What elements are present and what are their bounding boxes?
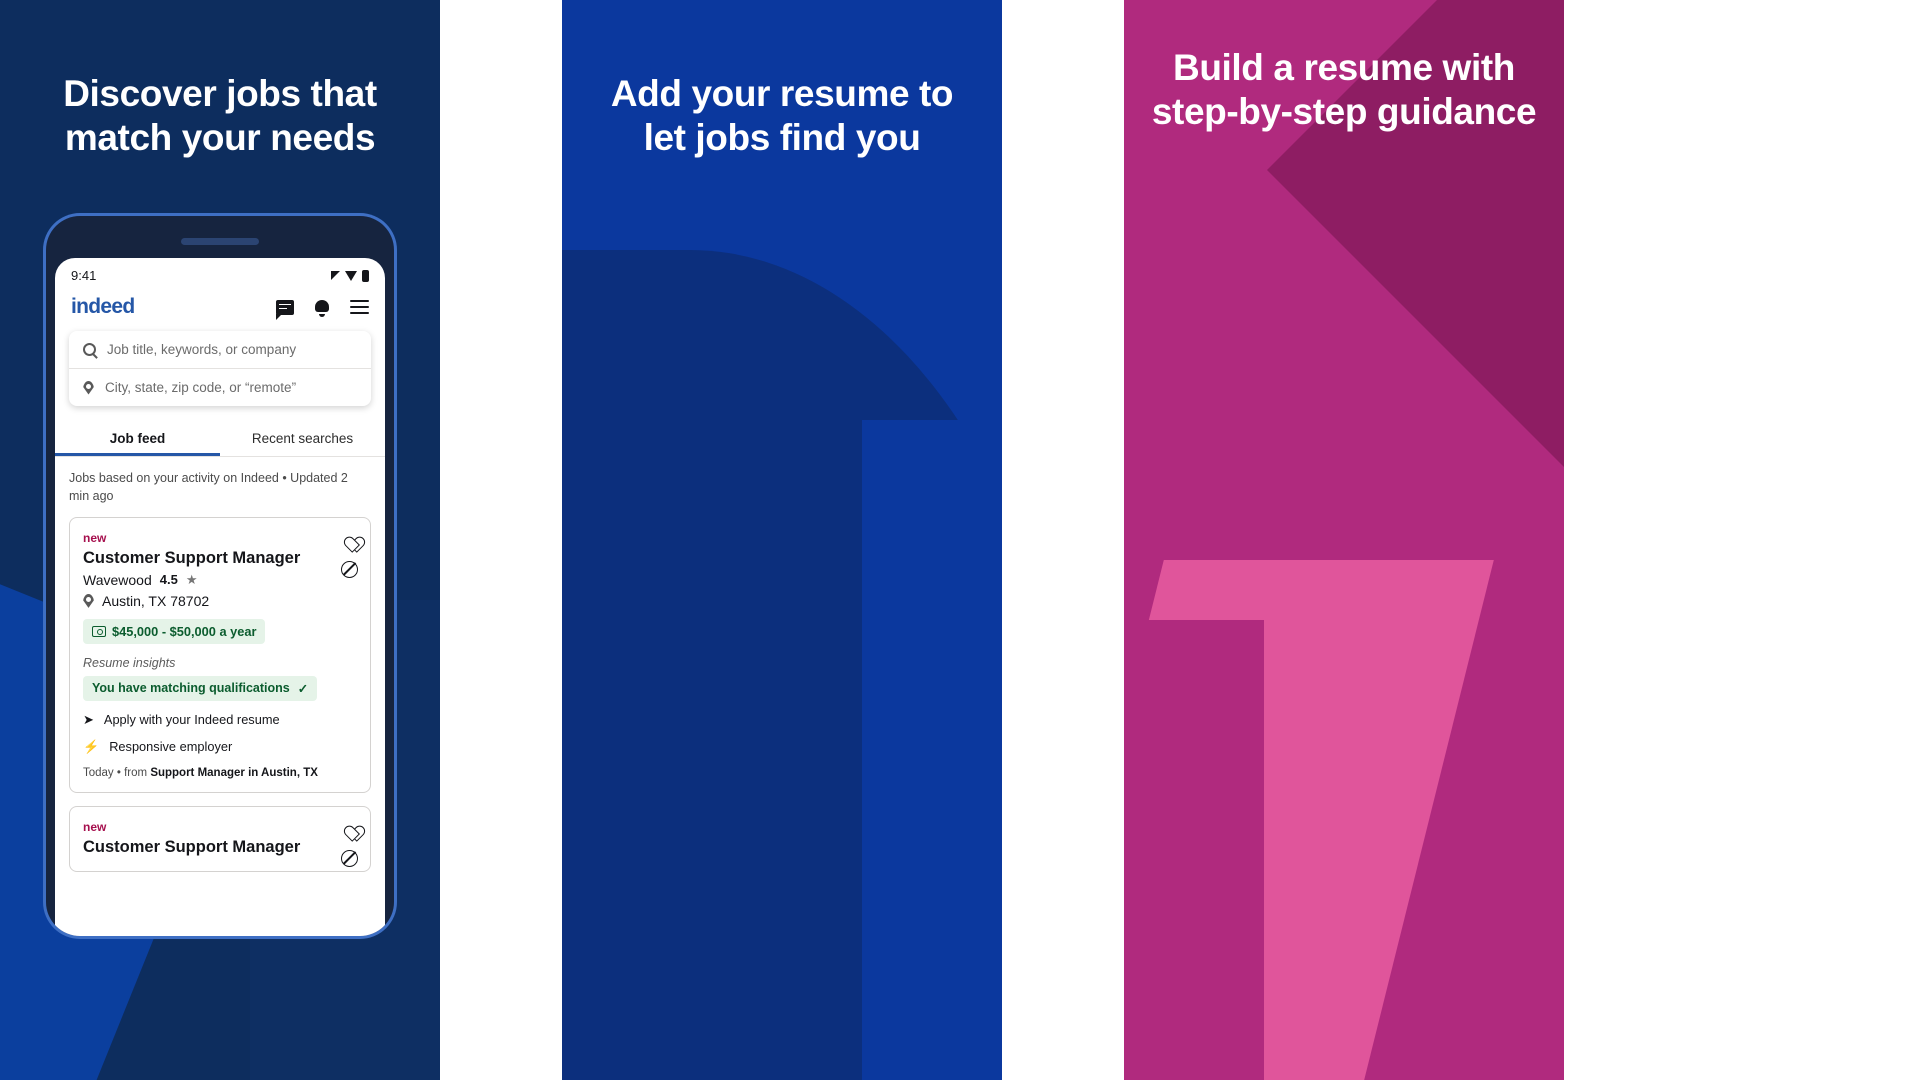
decorative-shape	[1124, 560, 1494, 1080]
location-pin-icon	[83, 594, 94, 608]
battery-icon	[362, 269, 369, 282]
job-title: Customer Support Manager	[83, 549, 301, 568]
job-footer-prefix: Today • from	[83, 766, 151, 779]
job-rating: 4.5	[159, 572, 178, 588]
panel-discover-jobs: Discover jobs that match your needs 9:41…	[0, 0, 440, 1080]
save-job-heart-icon[interactable]	[341, 819, 358, 834]
search-where-placeholder: City, state, zip code, or “remote”	[105, 380, 297, 395]
signal-icon	[331, 271, 340, 280]
decorative-shape	[1124, 620, 1264, 1080]
search-icon	[83, 343, 96, 356]
status-time: 9:41	[71, 268, 97, 283]
resume-insights-label: Resume insights	[83, 655, 176, 670]
location-pin-icon	[83, 381, 94, 395]
panel-gutter	[1564, 0, 1920, 1080]
app-bar-icons	[276, 299, 369, 320]
panel-gutter	[440, 0, 562, 1080]
status-bar: 9:41	[55, 258, 385, 287]
send-icon: ➤	[83, 711, 94, 727]
job-card-footer: Today • from Support Manager in Austin, …	[83, 767, 357, 779]
job-title: Customer Support Manager	[83, 837, 301, 856]
panel-1-headline: Discover jobs that match your needs	[63, 73, 377, 158]
status-icons	[331, 269, 369, 282]
job-card[interactable]: new Customer Support Manager	[69, 805, 371, 872]
hamburger-menu-icon[interactable]	[350, 300, 369, 314]
hide-job-icon[interactable]	[341, 561, 358, 579]
panel-build-resume: Build a resume with step-by-step guidanc…	[1124, 0, 1564, 1080]
panel-2-headline: Add your resume to let jobs find you	[610, 73, 954, 158]
job-card[interactable]: new Customer Support Manager Wavewood 4.…	[69, 517, 371, 793]
job-company-name: Wavewood	[83, 571, 152, 588]
chat-icon[interactable]	[276, 299, 294, 320]
salary-text: $45,000 - $50,000 a year	[112, 623, 257, 639]
hide-job-icon[interactable]	[341, 849, 358, 867]
indeed-logo[interactable]: indeed	[71, 295, 135, 319]
panel-gutter	[1002, 0, 1124, 1080]
job-bullet-responsive-text: Responsive employer	[109, 739, 233, 755]
job-card-actions	[341, 530, 358, 579]
panel-add-resume: Add your resume to let jobs find you 9:4…	[562, 0, 1002, 1080]
job-card-actions	[341, 819, 358, 867]
phone-mockup-1: 9:41 indeed Job title, keywords, or comp…	[46, 216, 394, 936]
panel-3-headline: Build a resume with step-by-step guidanc…	[1151, 47, 1537, 132]
app-bar: indeed	[55, 287, 385, 331]
job-location-row: Austin, TX 78702	[83, 593, 357, 609]
search-where-row[interactable]: City, state, zip code, or “remote”	[69, 368, 371, 406]
salary-badge: $45,000 - $50,000 a year	[83, 618, 266, 644]
wifi-icon	[345, 270, 357, 281]
new-badge: new	[83, 531, 107, 546]
search-what-row[interactable]: Job title, keywords, or company	[69, 331, 371, 368]
new-badge: new	[83, 819, 107, 834]
job-bullet-apply-text: Apply with your Indeed resume	[103, 712, 280, 728]
save-job-heart-icon[interactable]	[341, 530, 358, 545]
qualification-text: You have matching qualifications	[92, 681, 290, 696]
job-bullet-responsive: ⚡ Responsive employer	[83, 739, 357, 755]
qualification-badge: You have matching qualifications ✓	[83, 675, 318, 701]
decorative-shape	[562, 250, 1002, 1080]
lightning-bolt-icon: ⚡	[83, 738, 100, 754]
job-company-row: Wavewood 4.5 ★	[83, 572, 357, 588]
search-what-placeholder: Job title, keywords, or company	[107, 342, 297, 357]
phone-1-screen: 9:41 indeed Job title, keywords, or comp…	[55, 258, 385, 936]
bell-icon[interactable]	[314, 299, 330, 317]
decorative-shape	[862, 420, 1002, 1080]
feed-note: Jobs based on your activity on Indeed • …	[69, 471, 348, 504]
job-footer-source: Support Manager in Austin, TX	[150, 766, 318, 779]
check-icon: ✓	[297, 681, 309, 696]
screenshot-stage: Discover jobs that match your needs 9:41…	[0, 0, 1920, 1080]
feed-tabs: Job feed Recent searches	[55, 420, 385, 457]
tab-recent-searches[interactable]: Recent searches	[220, 420, 385, 456]
star-icon: ★	[185, 571, 198, 587]
money-icon	[92, 625, 106, 637]
tab-job-feed[interactable]: Job feed	[55, 420, 220, 456]
job-location: Austin, TX 78702	[102, 592, 210, 609]
job-bullet-apply: ➤ Apply with your Indeed resume	[83, 712, 357, 728]
search-box: Job title, keywords, or company City, st…	[69, 331, 371, 406]
phone-speaker	[181, 238, 259, 245]
